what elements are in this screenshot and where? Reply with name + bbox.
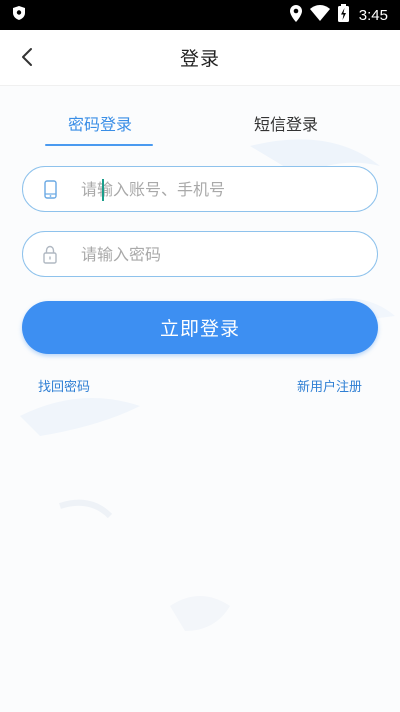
lock-icon [23, 231, 77, 277]
battery-charging-icon [337, 4, 349, 26]
location-icon [289, 4, 302, 26]
tab-sms-login[interactable]: 短信登录 [231, 98, 341, 148]
tab-active-indicator [45, 144, 153, 146]
login-tabs: 密码登录 短信登录 [0, 98, 400, 148]
page-title: 登录 [179, 48, 220, 70]
login-button[interactable]: 立即登录 [22, 301, 378, 354]
password-field[interactable] [22, 231, 378, 277]
back-button[interactable] [12, 44, 42, 74]
shield-icon [12, 5, 26, 25]
wifi-icon [309, 5, 330, 25]
account-field[interactable] [22, 166, 378, 212]
text-cursor [102, 179, 104, 201]
status-bar: 3:45 [0, 0, 400, 30]
phone-icon [23, 166, 77, 212]
login-screen: 3:45 登录 密码登录 短信登录 请输入账号、手机号 立即登录 找回密码 新用… [0, 0, 400, 712]
password-input[interactable] [77, 232, 377, 276]
back-arrow-icon [21, 47, 33, 71]
forgot-password-link[interactable]: 找回密码 [38, 376, 90, 395]
status-time: 3:45 [358, 6, 388, 24]
register-link[interactable]: 新用户注册 [297, 376, 362, 395]
account-input[interactable] [77, 167, 377, 211]
tab-password-login[interactable]: 密码登录 [45, 98, 155, 148]
header: 登录 [0, 30, 400, 86]
